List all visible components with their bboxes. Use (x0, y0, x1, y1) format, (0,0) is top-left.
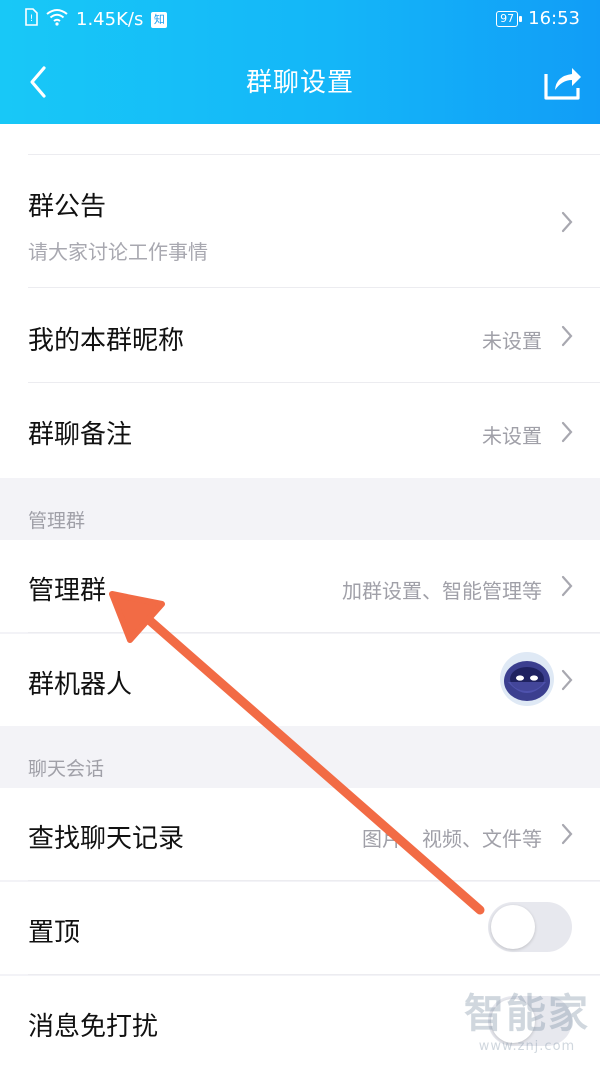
row-announcement[interactable]: 群公告 请大家讨论工作事情 (0, 156, 600, 288)
announcement-label: 群公告 (28, 192, 107, 222)
announcement-subtitle: 请大家讨论工作事情 (28, 240, 208, 264)
share-icon (544, 68, 581, 100)
watermark-logo: 智能家 www.znj.com (464, 981, 590, 1054)
chevron-right-icon (561, 575, 573, 597)
divider (28, 880, 600, 881)
watermark-text: 智能家 (464, 991, 590, 1037)
app-badge-icon: 知 (151, 11, 168, 28)
row-group-remark[interactable]: 群聊备注 未设置 (0, 384, 600, 478)
nickname-value: 未设置 (482, 329, 542, 353)
search-history-label: 查找聊天记录 (28, 824, 185, 854)
chevron-right-icon (561, 669, 573, 691)
chevron-right-icon (561, 823, 573, 845)
divider (28, 154, 600, 155)
manage-value: 加群设置、智能管理等 (342, 579, 542, 603)
divider (28, 382, 600, 383)
pin-label: 置顶 (28, 918, 81, 948)
section-header-manage: 管理群 (28, 510, 86, 532)
wifi-icon (46, 8, 68, 31)
remark-value: 未设置 (482, 424, 542, 448)
clock: 16:53 (528, 8, 580, 29)
network-speed: 1.45K/s (76, 9, 144, 30)
sim-icon: ! (24, 8, 38, 31)
share-button[interactable] (540, 60, 584, 104)
row-group-robot[interactable]: 群机器人 (0, 634, 600, 726)
status-bar: ! 1.45K/s 知 97 16:53 (0, 8, 600, 34)
toggle-knob (491, 905, 535, 949)
battery-icon: 97 (496, 10, 523, 27)
watermark-url: www.znj.com (478, 1039, 576, 1054)
robot-avatar-icon (500, 652, 554, 706)
section-header-chat: 聊天会话 (28, 758, 105, 780)
row-manage-group[interactable]: 管理群 加群设置、智能管理等 (0, 540, 600, 633)
divider (28, 974, 600, 975)
manage-label: 管理群 (28, 576, 107, 606)
header-bar: ! 1.45K/s 知 97 16:53 群聊设置 (0, 0, 600, 124)
nickname-label: 我的本群昵称 (28, 326, 185, 356)
chevron-right-icon (561, 325, 573, 347)
row-search-history[interactable]: 查找聊天记录 图片、视频、文件等 (0, 788, 600, 881)
divider (28, 287, 600, 288)
divider (28, 632, 600, 633)
page-title: 群聊设置 (245, 68, 354, 98)
row-my-nickname[interactable]: 我的本群昵称 未设置 (0, 290, 600, 383)
chevron-right-icon (561, 211, 573, 233)
remark-label: 群聊备注 (28, 420, 133, 450)
search-history-value: 图片、视频、文件等 (362, 827, 542, 851)
chevron-right-icon (561, 421, 573, 443)
row-pin-top: 置顶 (0, 882, 600, 975)
dnd-label: 消息免打扰 (28, 1012, 159, 1042)
robot-label: 群机器人 (28, 670, 133, 700)
svg-text:!: ! (30, 14, 34, 24)
pin-toggle[interactable] (488, 902, 572, 952)
